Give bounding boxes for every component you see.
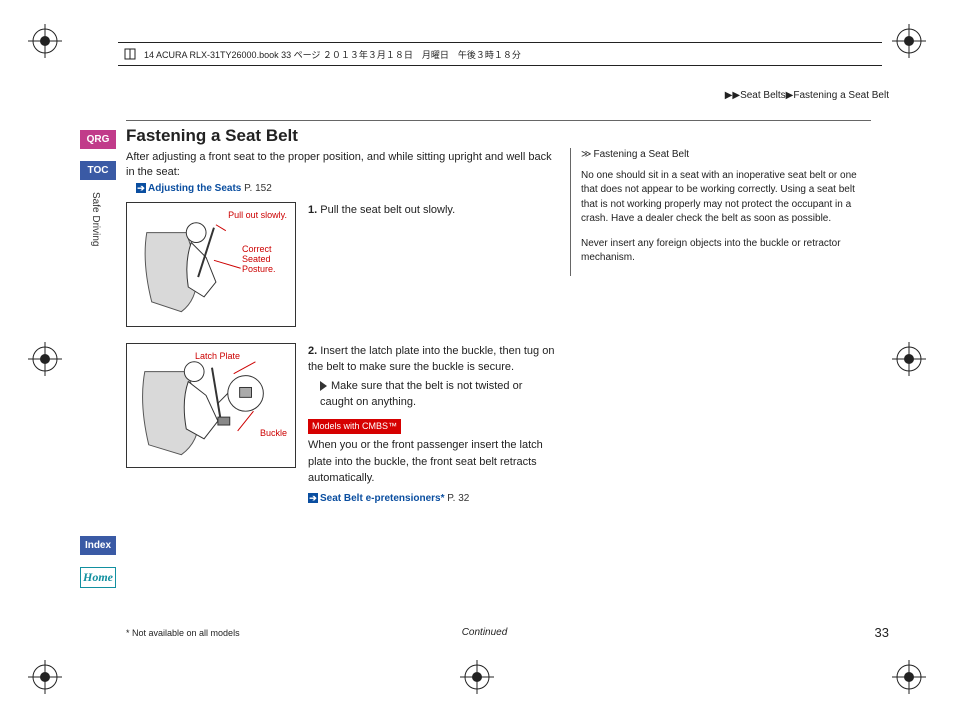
figure-label: Pull out slowly. [228,211,287,221]
crop-mark-icon [28,660,62,694]
figure-label: Buckle [260,429,287,439]
arrow-icon [320,381,327,391]
tab-qrg[interactable]: QRG [80,130,116,149]
crop-mark-icon [28,24,62,58]
arrow-icon: ▶▶ [725,90,740,101]
breadcrumb: ▶▶Seat Belts▶Fastening a Seat Belt [725,90,889,101]
step-number: 1. [308,204,317,216]
continued-label: Continued [462,627,508,638]
link-icon: ➔ [136,183,146,193]
figure-label: Correct Seated Posture. [242,245,287,275]
crop-mark-icon [892,342,926,376]
model-text: When you or the front passenger insert t… [308,437,556,487]
breadcrumb-a: Seat Belts [740,90,786,101]
step-2: 2. Insert the latch plate into the buckl… [308,343,556,506]
breadcrumb-b: Fastening a Seat Belt [793,90,889,101]
doc-header-text: 14 ACURA RLX-31TY26000.book 33 ページ ２０１３年… [144,48,521,61]
step-1: 1. Pull the seat belt out slowly. [308,202,556,327]
seat-figure-icon [127,344,295,468]
intro-text: After adjusting a front seat to the prop… [126,150,556,181]
doc-header: 14 ACURA RLX-31TY26000.book 33 ページ ２０１３年… [118,42,882,66]
figure-label: Latch Plate [195,352,240,362]
step-text: Pull the seat belt out slowly. [320,204,455,216]
side-head-text: Fastening a Seat Belt [593,149,689,160]
xref-page: P. 152 [244,183,272,194]
tab-index[interactable]: Index [80,536,116,555]
xref-pretensioners[interactable]: ➔Seat Belt e-pretensioners* P. 32 [308,491,556,506]
tab-toc[interactable]: TOC [80,161,116,180]
figure-seatbelt-pull: Pull out slowly. Correct Seated Posture. [126,202,296,327]
crop-mark-icon [892,660,926,694]
xref-label: Seat Belt e-pretensioners* [320,493,445,504]
side-paragraph: Never insert any foreign objects into th… [581,237,870,266]
section-label: Safe Driving [90,192,101,246]
chevron-icon: ≫ [581,148,591,163]
model-tag: Models with CMBS™ [308,419,401,435]
page-number: 33 [875,625,889,640]
step-number: 2. [308,345,317,357]
tab-home[interactable]: Home [80,567,116,588]
footnote: * Not available on all models [126,628,240,638]
xref-page: P. 32 [447,493,469,504]
xref-adjusting-seats[interactable]: ➔Adjusting the Seats P. 152 [136,183,556,194]
page-title: Fastening a Seat Belt [126,126,556,146]
crop-mark-icon [28,342,62,376]
crop-mark-icon [892,24,926,58]
xref-label: Adjusting the Seats [148,183,241,194]
link-icon: ➔ [308,493,318,503]
crop-mark-icon [460,660,494,694]
figure-seatbelt-buckle: Latch Plate Buckle [126,343,296,468]
side-paragraph: No one should sit in a seat with an inop… [581,169,870,227]
side-heading: ≫Fastening a Seat Belt [581,148,870,163]
step-sub: Make sure that the belt is not twisted o… [320,380,522,409]
book-icon [124,47,138,61]
divider [126,120,871,121]
step-text: Insert the latch plate into the buckle, … [308,345,554,374]
side-notes: ≫Fastening a Seat Belt No one should sit… [570,148,870,276]
